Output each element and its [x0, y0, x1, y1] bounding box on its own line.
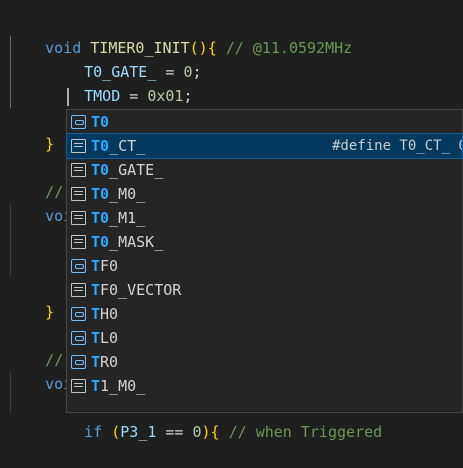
semicolon: ;	[183, 87, 193, 105]
code-line-current: T0	[48, 84, 102, 129]
suggestion-item-selected[interactable]: T0_CT_ #define T0_CT_ 0	[66, 133, 463, 159]
symbol-constant-icon	[71, 283, 86, 297]
suggestion-label: T0_CT_	[91, 137, 146, 155]
suggestion-widget[interactable]: T0 T0_CT_ #define T0_CT_ 0 T0_GATE_ T0_M…	[66, 109, 463, 413]
suggestion-label: TF0	[91, 257, 119, 275]
code-line: }	[9, 276, 54, 321]
number: 0x01	[147, 87, 184, 105]
suggestion-label: TR0	[91, 353, 119, 371]
number: 0	[192, 423, 202, 441]
symbol-variable-icon	[71, 259, 86, 273]
suggestion-label: T0_M0_	[91, 185, 146, 203]
symbol-variable-icon	[71, 331, 86, 345]
code-line: }	[9, 108, 54, 153]
symbol-variable-icon	[71, 355, 86, 369]
text-cursor	[67, 88, 69, 106]
suggestion-item[interactable]: TL0	[67, 326, 462, 350]
suggestion-label: TH0	[91, 305, 119, 323]
symbol-constant-icon	[71, 139, 86, 153]
comment: // when Triggered	[228, 423, 383, 441]
symbol-constant-icon	[71, 211, 86, 225]
suggestion-label: T0_M1_	[91, 209, 146, 227]
keyword-if: if	[84, 423, 103, 441]
symbol-constant-icon	[71, 187, 86, 201]
symbol-constant-icon	[71, 235, 86, 249]
suggestion-item[interactable]: T1_M0_	[67, 374, 462, 398]
identifier: P3_1	[120, 423, 157, 441]
operator: =	[120, 87, 148, 105]
suggestion-detail: #define T0_CT_ 0	[332, 138, 462, 154]
suggestion-item[interactable]: T0_M1_	[67, 206, 462, 230]
suggestion-item[interactable]: TR0	[67, 350, 462, 374]
suggestion-item[interactable]: T0	[67, 110, 462, 134]
suggestion-item[interactable]: TF0	[67, 254, 462, 278]
brace: {	[207, 39, 217, 57]
suggestion-label: T0_MASK_	[91, 233, 164, 251]
suggestion-item[interactable]: T0_GATE_	[67, 158, 462, 182]
brace: }	[45, 135, 55, 153]
code-line: TMOD = 0x01;	[48, 60, 192, 105]
suggestion-label: T0	[91, 113, 110, 131]
symbol-variable-icon	[71, 115, 86, 129]
suggestion-label: T1_M0_	[91, 377, 146, 395]
suggestion-label: TL0	[91, 329, 119, 347]
symbol-constant-icon	[71, 163, 86, 177]
symbol-constant-icon	[71, 379, 86, 393]
operator: ==	[156, 423, 193, 441]
semicolon: ;	[192, 63, 202, 81]
brace: }	[45, 303, 55, 321]
suggestion-label: TF0_VECTOR	[91, 281, 182, 299]
suggestion-label: T0_GATE_	[91, 161, 164, 179]
symbol-variable-icon	[71, 307, 86, 321]
suggestion-item[interactable]: T0_M0_	[67, 182, 462, 206]
paren: (	[111, 423, 121, 441]
suggestion-item[interactable]: TF0_VECTOR	[67, 278, 462, 302]
code-line: void TIMER0_INIT(){ // @11.0592MHz	[9, 12, 352, 57]
paren: ){	[201, 423, 220, 441]
suggestion-item[interactable]: TH0	[67, 302, 462, 326]
comment: // @11.0592MHz	[225, 39, 353, 57]
code-line: T0_GATE_ = 0;	[48, 36, 201, 81]
suggestion-item[interactable]: T0_MASK_	[67, 230, 462, 254]
